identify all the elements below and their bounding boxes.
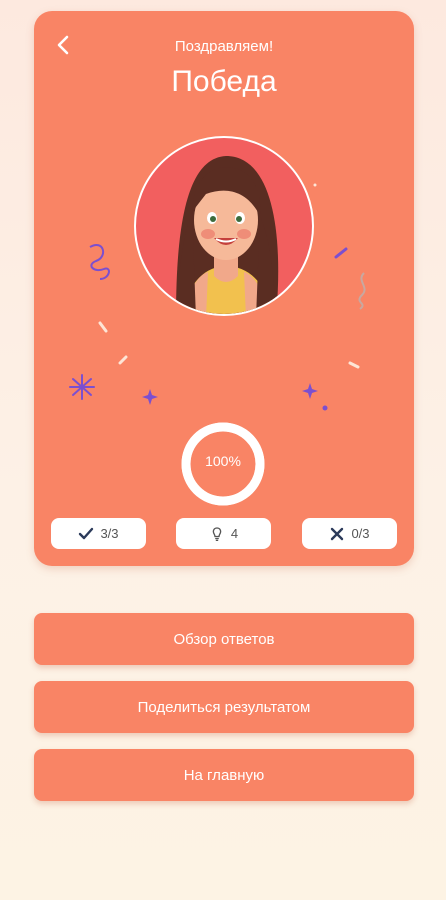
home-button[interactable]: На главную bbox=[34, 749, 414, 801]
hint-bulb-icon bbox=[209, 526, 225, 542]
score-progress-ring: 100% bbox=[180, 421, 266, 507]
score-percent: 100% bbox=[205, 453, 241, 469]
congrats-subtitle: Поздравляем! bbox=[174, 38, 274, 55]
hints-count: 4 bbox=[230, 526, 239, 541]
cross-icon bbox=[329, 526, 345, 542]
share-result-button[interactable]: Поделиться результатом bbox=[34, 681, 414, 733]
result-card: Поздравляем! Победа 100% 3/3 4 0/3 bbox=[34, 11, 414, 566]
correct-answers-badge: 3/3 bbox=[51, 518, 146, 549]
page-title: Победа bbox=[171, 65, 277, 98]
wrong-answers-badge: 0/3 bbox=[302, 518, 397, 549]
check-icon bbox=[78, 526, 94, 542]
review-answers-button[interactable]: Обзор ответов bbox=[34, 613, 414, 665]
hints-badge: 4 bbox=[176, 518, 271, 549]
avatar bbox=[134, 136, 314, 316]
wrong-count: 0/3 bbox=[351, 526, 370, 541]
correct-count: 3/3 bbox=[100, 526, 119, 541]
